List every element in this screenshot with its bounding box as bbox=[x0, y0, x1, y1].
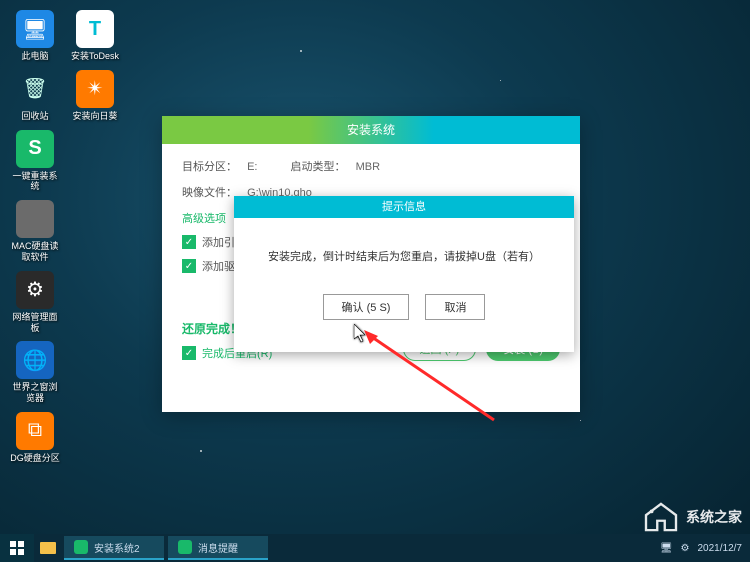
icon-mac-disk[interactable]: MAC硬盘读取软件 bbox=[10, 200, 60, 263]
dialog-title: 安装系统 bbox=[162, 116, 580, 144]
boot-label: 启动类型： bbox=[291, 158, 353, 174]
icon-network-panel[interactable]: ⚙网络管理面板 bbox=[10, 271, 60, 334]
prompt-title: 提示信息 bbox=[234, 196, 574, 218]
check-icon: ✓ bbox=[182, 235, 196, 249]
check-icon: ✓ bbox=[182, 346, 196, 360]
target-label: 目标分区： bbox=[182, 158, 244, 174]
watermark: 系统之家 bbox=[642, 502, 742, 532]
desktop-icons: 🖥此电脑 T安装ToDesk 🗑回收站 ✴安装向日葵 S一键重装系统 MAC硬盘… bbox=[10, 10, 120, 464]
icon-browser[interactable]: 🌐世界之窗浏览器 bbox=[10, 341, 60, 404]
taskbar-item-install[interactable]: 安装系统2 bbox=[64, 536, 164, 560]
confirm-button[interactable]: 确认 (5 S) bbox=[323, 294, 410, 320]
check-icon: ✓ bbox=[182, 259, 196, 273]
icon-reinstall[interactable]: S一键重装系统 bbox=[10, 130, 60, 193]
cursor-icon bbox=[354, 324, 370, 349]
prompt-message: 安装完成，倒计时结束后为您重启，请拔掉U盘（若有） bbox=[254, 248, 554, 264]
start-button[interactable] bbox=[0, 534, 34, 562]
taskbar-explorer-icon[interactable] bbox=[34, 534, 62, 562]
taskbar-item-message[interactable]: 消息提醒 bbox=[168, 536, 268, 560]
windows-icon bbox=[10, 541, 24, 555]
boot-value: MBR bbox=[356, 161, 380, 173]
icon-recycle-bin[interactable]: 🗑回收站 bbox=[10, 70, 60, 122]
tray-date: 2021/12/7 bbox=[698, 543, 743, 554]
cancel-button[interactable]: 取消 bbox=[425, 294, 485, 320]
tray-network-icon[interactable]: ⚙ bbox=[681, 543, 690, 554]
house-icon bbox=[642, 502, 680, 532]
icon-todesk[interactable]: T安装ToDesk bbox=[70, 10, 120, 62]
taskbar: 安装系统2 消息提醒 🖥 ⚙ 2021/12/7 bbox=[0, 534, 750, 562]
tray-monitor-icon[interactable]: 🖥 bbox=[660, 543, 673, 554]
icon-sunflower[interactable]: ✴安装向日葵 bbox=[70, 70, 120, 122]
prompt-dialog: 提示信息 安装完成，倒计时结束后为您重启，请拔掉U盘（若有） 确认 (5 S) … bbox=[234, 196, 574, 352]
icon-dg-partition[interactable]: ⧉DG硬盘分区 bbox=[10, 412, 60, 464]
target-value: E: bbox=[247, 161, 257, 173]
icon-this-pc[interactable]: 🖥此电脑 bbox=[10, 10, 60, 62]
